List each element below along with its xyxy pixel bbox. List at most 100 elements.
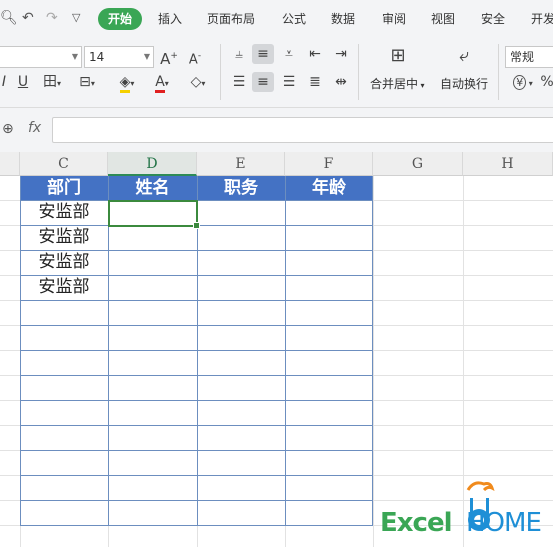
- font-name-select[interactable]: ▼: [0, 46, 82, 68]
- table-cell[interactable]: [108, 350, 197, 375]
- table-cell[interactable]: [197, 375, 285, 400]
- table-cell[interactable]: [108, 225, 197, 250]
- percent-icon[interactable]: %: [540, 72, 553, 92]
- italic-icon[interactable]: I: [0, 72, 10, 92]
- table-cell[interactable]: [197, 200, 285, 225]
- border-icon[interactable]: 田▾: [40, 72, 64, 94]
- table-cell[interactable]: 安监部: [20, 200, 108, 225]
- header-cell-department[interactable]: 部门: [20, 176, 108, 200]
- increase-font-icon[interactable]: A+: [158, 46, 180, 69]
- tab-security[interactable]: 安全: [481, 10, 505, 28]
- header-cell-name[interactable]: 姓名: [108, 176, 197, 200]
- justify-icon[interactable]: ≣: [304, 72, 326, 92]
- align-top-icon[interactable]: ⫨: [228, 44, 250, 64]
- table-cell[interactable]: [108, 500, 197, 525]
- table-cell[interactable]: [285, 350, 373, 375]
- cell-style-icon[interactable]: ⊟▾: [74, 72, 100, 94]
- table-cell[interactable]: [285, 400, 373, 425]
- wrap-text-button[interactable]: 自动换行: [440, 76, 488, 92]
- decrease-font-icon[interactable]: A-: [184, 46, 206, 70]
- align-bottom-icon[interactable]: ⩡: [278, 44, 300, 64]
- formula-input[interactable]: [52, 117, 553, 143]
- table-cell[interactable]: [108, 375, 197, 400]
- selected-cell[interactable]: [108, 200, 200, 229]
- header-cell-age[interactable]: 年龄: [285, 176, 373, 200]
- wrap-text-icon[interactable]: ⤶: [452, 46, 476, 66]
- table-cell[interactable]: [20, 425, 108, 450]
- column-header-h[interactable]: H: [463, 152, 553, 176]
- tab-home[interactable]: 开始: [98, 8, 143, 30]
- table-cell[interactable]: [20, 350, 108, 375]
- number-format-select[interactable]: 常规: [505, 46, 553, 68]
- redo-icon[interactable]: ↷: [46, 9, 58, 27]
- table-cell[interactable]: [20, 300, 108, 325]
- zoom-icon[interactable]: ⊕: [2, 120, 14, 138]
- underline-icon[interactable]: U: [14, 72, 32, 92]
- table-cell[interactable]: [285, 225, 373, 250]
- tab-developer[interactable]: 开发: [531, 10, 553, 28]
- table-cell[interactable]: [285, 200, 373, 225]
- merge-center-icon[interactable]: ⊞: [386, 46, 410, 66]
- tab-page-layout[interactable]: 页面布局: [207, 10, 255, 28]
- align-middle-icon[interactable]: ≡: [252, 44, 274, 64]
- column-header-e[interactable]: E: [197, 152, 285, 176]
- table-cell[interactable]: [197, 500, 285, 525]
- tab-data[interactable]: 数据: [331, 10, 355, 28]
- tab-formulas[interactable]: 公式: [282, 10, 306, 28]
- decrease-indent-icon[interactable]: ⇤: [304, 44, 326, 64]
- table-cell[interactable]: [197, 400, 285, 425]
- column-header-c[interactable]: C: [20, 152, 108, 176]
- font-color-icon[interactable]: A▾: [148, 72, 176, 94]
- fill-color-icon[interactable]: ◈▾: [112, 72, 142, 94]
- font-size-select[interactable]: 14 ▼: [84, 46, 154, 68]
- table-cell[interactable]: [285, 375, 373, 400]
- undo-icon[interactable]: ↶: [22, 9, 34, 27]
- table-cell[interactable]: [197, 475, 285, 500]
- table-cell[interactable]: [108, 325, 197, 350]
- table-cell[interactable]: [197, 300, 285, 325]
- table-cell[interactable]: [108, 300, 197, 325]
- table-cell[interactable]: [285, 325, 373, 350]
- table-cell[interactable]: [197, 250, 285, 275]
- table-cell[interactable]: [108, 250, 197, 275]
- table-cell[interactable]: [20, 475, 108, 500]
- column-header-f[interactable]: F: [285, 152, 373, 176]
- column-header-g[interactable]: G: [373, 152, 463, 176]
- distributed-align-icon[interactable]: ⇹: [330, 72, 352, 92]
- tab-insert[interactable]: 插入: [158, 10, 182, 28]
- table-cell[interactable]: [20, 500, 108, 525]
- table-cell[interactable]: [285, 250, 373, 275]
- table-cell[interactable]: [108, 475, 197, 500]
- table-cell[interactable]: [197, 425, 285, 450]
- align-center-icon[interactable]: ≡: [252, 72, 274, 92]
- table-cell[interactable]: [285, 450, 373, 475]
- table-cell[interactable]: [20, 400, 108, 425]
- tab-view[interactable]: 视图: [431, 10, 455, 28]
- table-cell[interactable]: [197, 350, 285, 375]
- table-cell[interactable]: 安监部: [20, 250, 108, 275]
- align-left-icon[interactable]: ☰: [228, 72, 250, 92]
- table-cell[interactable]: [108, 425, 197, 450]
- header-cell-position[interactable]: 职务: [197, 176, 285, 200]
- table-cell[interactable]: [108, 275, 197, 300]
- column-header-stub[interactable]: [0, 152, 20, 176]
- table-cell[interactable]: [197, 275, 285, 300]
- fx-icon[interactable]: fx: [28, 120, 41, 136]
- table-cell[interactable]: 安监部: [20, 225, 108, 250]
- table-cell[interactable]: [20, 325, 108, 350]
- table-cell[interactable]: [285, 475, 373, 500]
- table-cell[interactable]: [20, 375, 108, 400]
- zoom-icon[interactable]: 🔍︎: [0, 9, 18, 27]
- table-cell[interactable]: [197, 325, 285, 350]
- align-right-icon[interactable]: ☰: [278, 72, 300, 92]
- table-cell[interactable]: [285, 275, 373, 300]
- currency-icon[interactable]: ¥ ▾: [508, 72, 538, 94]
- column-header-d[interactable]: D: [108, 152, 197, 176]
- table-cell[interactable]: [108, 450, 197, 475]
- quick-access-dropdown-icon[interactable]: ▽: [72, 9, 80, 27]
- merge-center-button[interactable]: 合并居中 ▾: [370, 76, 425, 94]
- clear-format-icon[interactable]: ◇▾: [184, 72, 212, 94]
- table-cell[interactable]: [197, 225, 285, 250]
- table-cell[interactable]: [285, 500, 373, 525]
- tab-review[interactable]: 审阅: [382, 10, 406, 28]
